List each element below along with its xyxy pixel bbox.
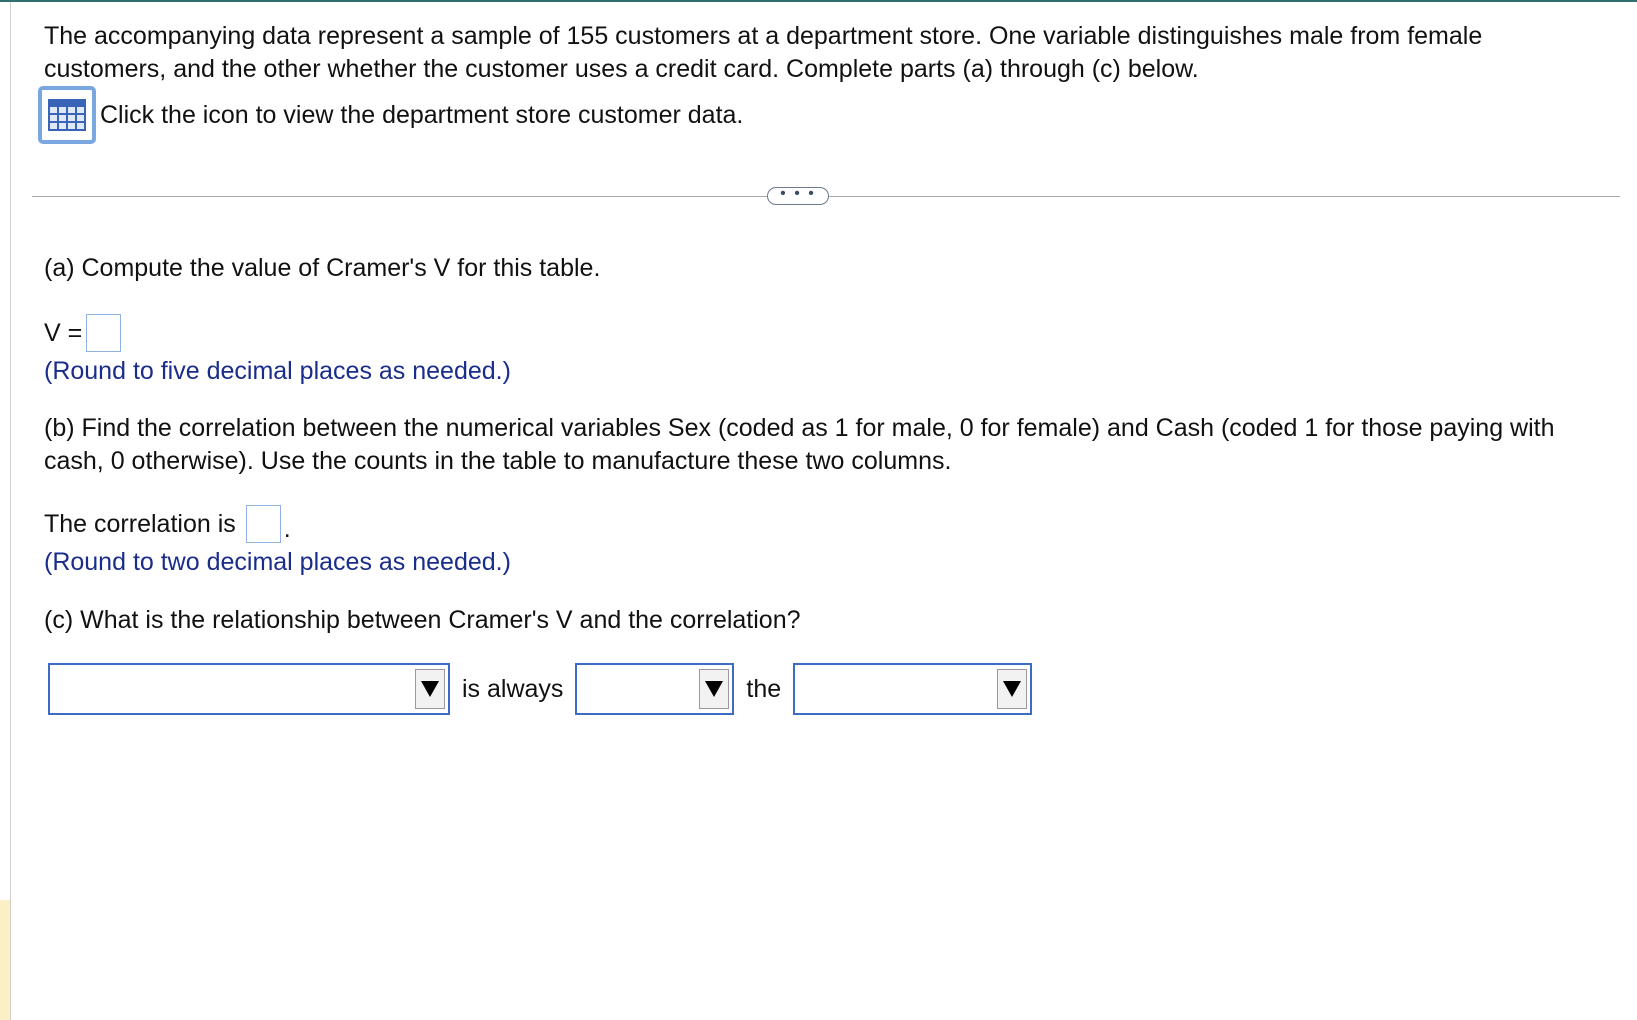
dropdown-arrow-icon[interactable] (415, 669, 445, 709)
part-a-question: (a) Compute the value of Cramer's V for … (44, 254, 601, 282)
top-border (0, 0, 1637, 2)
part-c-connector-2: the (746, 674, 782, 703)
left-border (10, 2, 11, 1020)
part-b-question: (b) Find the correlation between the num… (44, 414, 1555, 475)
correlation-input[interactable] (245, 505, 281, 543)
part-b-hint: (Round to two decimal places as needed.) (44, 548, 511, 576)
view-data-link[interactable]: Click the icon to view the department st… (38, 86, 743, 144)
view-data-link-label[interactable]: Click the icon to view the department st… (100, 100, 743, 130)
cramers-v-input[interactable] (86, 314, 122, 352)
dropdown-arrow-icon[interactable] (699, 669, 730, 709)
problem-statement: The accompanying data represent a sample… (44, 22, 1483, 83)
part-b-answer-label: The correlation is (44, 509, 236, 538)
part-a-hint: (Round to five decimal places as needed.… (44, 357, 511, 385)
part-b-answer-suffix: . (283, 515, 291, 543)
part-a-answer-label: V = (44, 318, 83, 347)
page: The accompanying data represent a sample… (0, 0, 1637, 1020)
part-a-answer-row: V = (44, 314, 122, 352)
part-c-connector-1: is always (462, 674, 564, 703)
table-grid-icon[interactable] (38, 86, 96, 144)
part-c-question: (c) What is the relationship between Cra… (44, 606, 801, 634)
part-b-answer-row: The correlation is . (44, 505, 291, 543)
expand-more-button[interactable]: • • • (767, 186, 829, 205)
dropdown-arrow-icon[interactable] (997, 669, 1028, 709)
relationship-select-3[interactable] (793, 663, 1033, 715)
relationship-select-1[interactable] (48, 663, 450, 715)
part-c-answer-row: is always the (48, 663, 1033, 715)
relationship-select-2[interactable] (575, 663, 735, 715)
left-accent-strip (0, 900, 10, 1020)
